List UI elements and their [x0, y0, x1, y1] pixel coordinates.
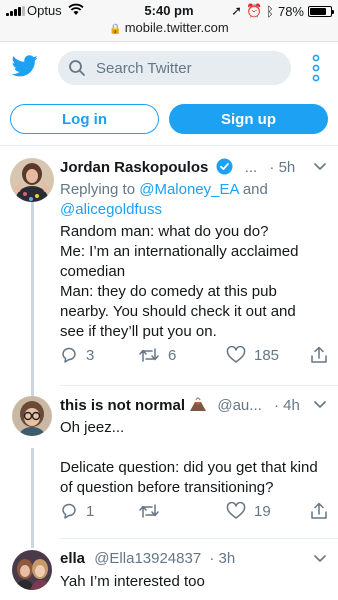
- status-right: ➚ ⏰ ᛒ 78%: [231, 3, 334, 19]
- avatar-image: [10, 158, 54, 202]
- tweet-actions: 1 19: [60, 502, 328, 522]
- tweet[interactable]: this is not normal @au... · 4h Oh jeez..…: [0, 396, 338, 536]
- reply-icon: [62, 347, 76, 363]
- retweet-button[interactable]: 6: [138, 346, 176, 364]
- tweet-header: Jordan Raskopoulos ... · 5h: [60, 158, 330, 180]
- search-icon: [69, 60, 85, 76]
- status-bar: Optus 5:40 pm ➚ ⏰ ᛒ 78%: [0, 3, 338, 19]
- chevron-down-icon[interactable]: [314, 401, 326, 409]
- bluetooth-icon: ᛒ: [266, 3, 274, 19]
- timestamp[interactable]: 4h: [283, 397, 300, 414]
- volcano-emoji-icon: [190, 397, 207, 411]
- username[interactable]: @Ella13924837: [94, 550, 201, 567]
- retweet-icon: [139, 348, 159, 362]
- avatar[interactable]: [12, 550, 52, 590]
- retweet-count: 6: [168, 346, 177, 364]
- twitter-bird-icon[interactable]: [12, 55, 38, 77]
- display-name[interactable]: Jordan Raskopoulos: [60, 159, 208, 176]
- mention-link[interactable]: @Maloney_EA: [139, 181, 238, 198]
- retweet-button[interactable]: [138, 502, 168, 520]
- like-count: 19: [254, 502, 271, 520]
- share-icon: [311, 346, 327, 363]
- search-input[interactable]: [96, 51, 286, 85]
- search-box[interactable]: [58, 51, 291, 85]
- divider: [60, 385, 338, 386]
- avatar-image: [12, 550, 52, 590]
- share-button[interactable]: [310, 346, 328, 364]
- username[interactable]: @au...: [217, 397, 261, 414]
- battery-icon: [308, 5, 334, 17]
- heart-icon: [226, 346, 246, 363]
- heart-icon: [226, 502, 246, 519]
- tweet-text: Random man: what do you do? Me: I’m an i…: [60, 223, 299, 340]
- twitter-header: [0, 42, 338, 94]
- alarm-icon: ⏰: [245, 3, 263, 18]
- reply-count: 1: [86, 502, 95, 520]
- share-icon: [311, 502, 327, 519]
- tweet-text: Yah I’m interested too: [60, 573, 205, 590]
- divider: [60, 538, 338, 539]
- browser-top-bar: Optus 5:40 pm ➚ ⏰ ᛒ 78% 🔒 mobile.twitter.…: [0, 0, 338, 42]
- timestamp[interactable]: 3h: [219, 550, 236, 567]
- reply-button[interactable]: 1: [60, 502, 94, 520]
- tweet-actions: 3 6 185: [60, 346, 328, 366]
- separator-dot: ·: [269, 159, 275, 176]
- auth-bar: Log in Sign up: [0, 94, 338, 146]
- tweet[interactable]: ella @Ella13924837 · 3h Yah I’m interest…: [0, 550, 338, 600]
- replying-to-joiner: and: [242, 181, 268, 198]
- reply-icon: [62, 503, 76, 519]
- reply-count: 3: [86, 346, 95, 364]
- tweet-text: Oh jeez... Delicate question: did you ge…: [60, 419, 318, 496]
- mention-link[interactable]: @alicegoldfuss: [60, 201, 162, 218]
- avatar-image: [12, 396, 52, 436]
- username[interactable]: ...: [245, 159, 258, 176]
- separator-dot: ·: [209, 550, 215, 567]
- chevron-down-icon[interactable]: [314, 163, 326, 171]
- display-name[interactable]: this is not normal: [60, 397, 185, 414]
- share-button[interactable]: [310, 502, 328, 520]
- address-bar[interactable]: 🔒 mobile.twitter.com: [0, 20, 338, 35]
- replying-to-label: Replying to: [60, 181, 136, 198]
- display-name[interactable]: ella: [60, 550, 85, 567]
- timestamp[interactable]: 5h: [279, 159, 296, 176]
- battery-percent: 78%: [277, 3, 304, 19]
- like-button[interactable]: 185: [226, 346, 279, 364]
- tweet-header: this is not normal @au... · 4h: [60, 396, 330, 418]
- tweet[interactable]: Jordan Raskopoulos ... · 5h Replying to …: [0, 158, 338, 390]
- signup-button[interactable]: Sign up: [169, 104, 328, 134]
- retweet-icon: [139, 504, 159, 518]
- replying-to: Replying to @Maloney_EA and @alicegoldfu…: [60, 180, 318, 220]
- vertical-dots-icon[interactable]: [310, 54, 322, 82]
- reply-button[interactable]: 3: [60, 346, 94, 364]
- lock-icon: 🔒: [109, 24, 122, 35]
- login-button[interactable]: Log in: [10, 104, 159, 134]
- url-text: mobile.twitter.com: [124, 20, 229, 35]
- avatar[interactable]: [10, 158, 54, 202]
- chevron-down-icon[interactable]: [314, 555, 326, 563]
- like-count: 185: [254, 346, 280, 364]
- like-button[interactable]: 19: [226, 502, 271, 520]
- separator-dot: ·: [273, 397, 279, 414]
- tweet-header: ella @Ella13924837 · 3h: [60, 550, 330, 572]
- verified-badge-icon: [216, 158, 233, 175]
- location-arrow-icon: ➚: [231, 3, 242, 18]
- avatar[interactable]: [12, 396, 52, 436]
